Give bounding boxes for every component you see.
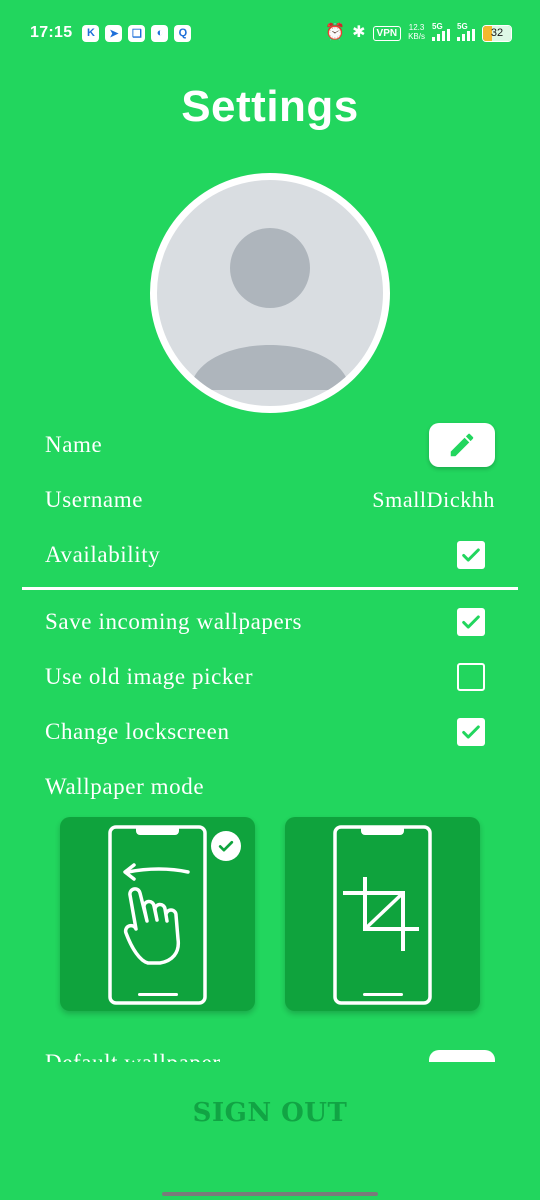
availability-row: Availability [45, 532, 495, 578]
notification-app-icon: ❏ [128, 24, 146, 42]
page-title: Settings [181, 82, 359, 131]
save-wallpapers-checkbox[interactable] [457, 608, 485, 636]
section-divider [22, 587, 518, 590]
checkmark-icon [462, 725, 480, 739]
wallpaper-mode-label: Wallpaper mode [45, 774, 205, 799]
old-picker-label: Use old image picker [45, 664, 254, 689]
status-time: 17:15 [30, 24, 73, 41]
network-speed-unit: KB/s [408, 32, 425, 41]
change-lockscreen-label: Change lockscreen [45, 719, 230, 744]
notification-app-icon: ◐ [151, 24, 169, 42]
status-left: 17:15 K ➤ ❏ ◐ Q [30, 24, 192, 42]
availability-label: Availability [45, 542, 161, 567]
selected-checkmark-icon [211, 831, 241, 861]
status-bar: 17:15 K ➤ ❏ ◐ Q ⏰ ✱ VPN 12.3 KB/s 5G 5G [0, 0, 540, 66]
save-wallpapers-label: Save incoming wallpapers [45, 609, 303, 634]
alarm-icon: ⏰ [325, 24, 346, 41]
battery-icon: 32 [482, 24, 512, 42]
notification-app-icon: Q [174, 24, 192, 42]
default-wallpaper-row: Default wallpaper [45, 1050, 495, 1062]
default-wallpaper-label: Default wallpaper [45, 1050, 429, 1062]
wallpaper-mode-crop-card[interactable] [285, 817, 480, 1011]
avatar-placeholder-icon [190, 228, 350, 390]
name-label: Name [45, 432, 103, 457]
telegram-icon: ➤ [105, 24, 123, 42]
pencil-icon [450, 433, 474, 457]
network-type: 5G [432, 22, 443, 31]
home-indicator[interactable] [162, 1192, 378, 1196]
availability-checkbox[interactable] [457, 541, 485, 569]
crop-icon [333, 825, 432, 1005]
signal-strength-icon: 5G [457, 22, 475, 41]
notification-app-icon: K [82, 24, 100, 42]
settings-screen: 17:15 K ➤ ❏ ◐ Q ⏰ ✱ VPN 12.3 KB/s 5G 5G [0, 0, 540, 1200]
bluetooth-icon: ✱ [352, 24, 366, 41]
status-right: ⏰ ✱ VPN 12.3 KB/s 5G 5G 32 [325, 22, 512, 42]
scroll-clip: Default wallpaper [0, 1040, 540, 1062]
username-value: SmallDickhh [372, 487, 495, 512]
username-label: Username [45, 487, 144, 512]
checkmark-icon [462, 548, 480, 562]
old-picker-checkbox[interactable] [457, 663, 485, 691]
edit-name-button[interactable] [429, 423, 495, 467]
checkmark-icon [462, 615, 480, 629]
wallpaper-mode-row: Wallpaper mode [45, 764, 495, 810]
default-wallpaper-button[interactable] [429, 1050, 495, 1062]
change-lockscreen-checkbox[interactable] [457, 718, 485, 746]
wallpaper-mode-swipe-card[interactable] [60, 817, 255, 1011]
vpn-badge: VPN [372, 25, 402, 41]
network-type: 5G [457, 22, 468, 31]
change-lockscreen-row: Change lockscreen [45, 709, 495, 755]
network-speed: 12.3 KB/s [408, 23, 425, 42]
battery-level: 32 [490, 27, 504, 39]
old-picker-row: Use old image picker [45, 654, 495, 700]
save-wallpapers-row: Save incoming wallpapers [45, 599, 495, 645]
profile-avatar[interactable] [150, 173, 390, 413]
username-row: Username SmallDickhh [45, 477, 495, 523]
sign-out-button[interactable]: SIGN OUT [0, 1098, 540, 1128]
signal-strength-icon: 5G [432, 22, 450, 41]
name-row: Name [45, 422, 495, 468]
